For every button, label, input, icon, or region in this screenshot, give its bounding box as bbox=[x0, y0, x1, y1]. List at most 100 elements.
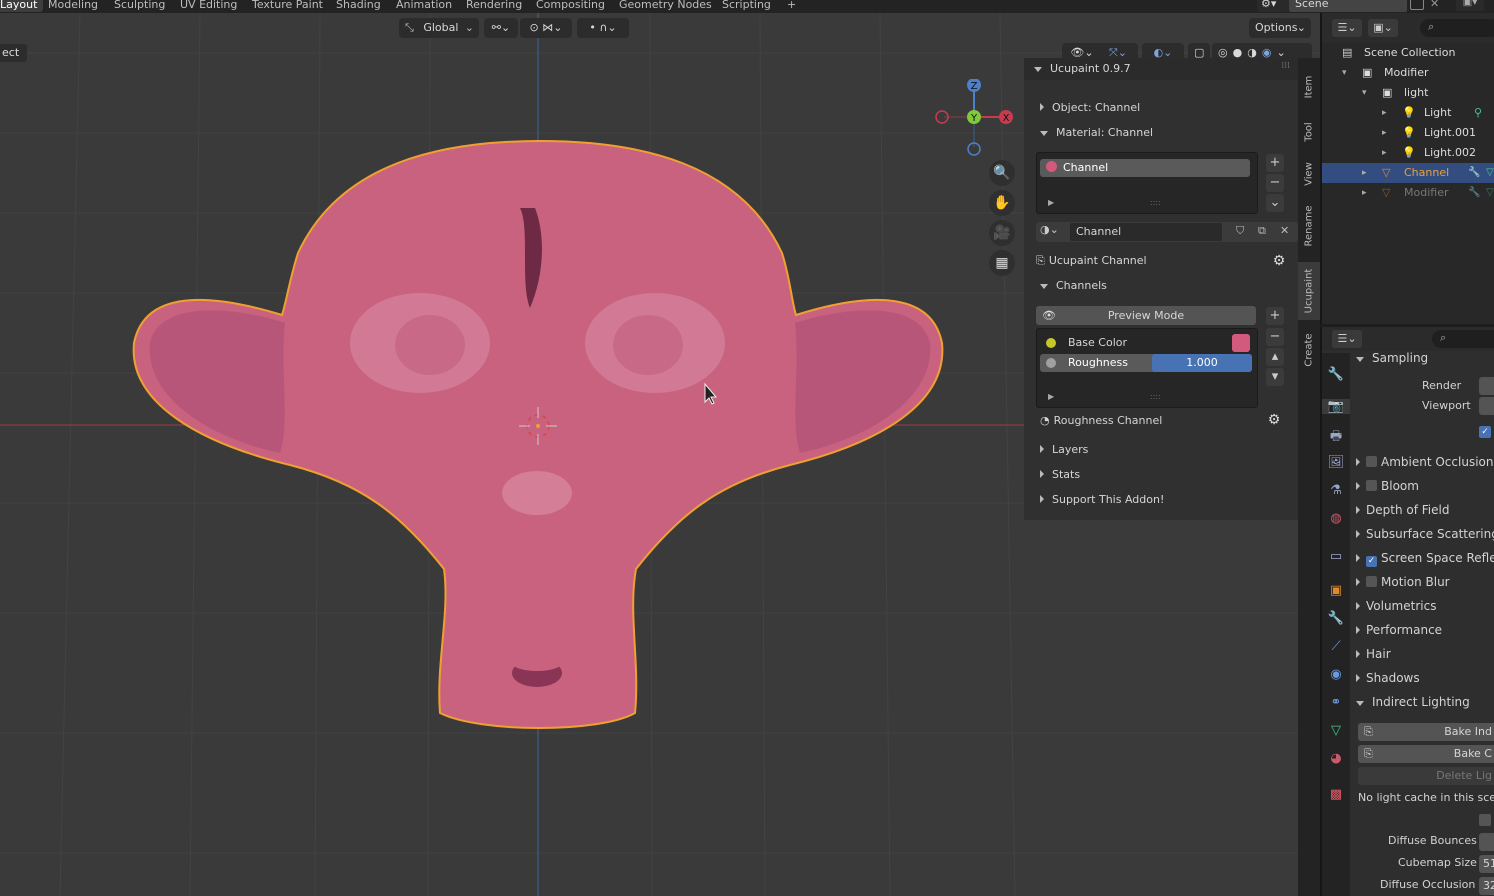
ortho-grid-icon[interactable]: ▦ bbox=[989, 250, 1015, 276]
render-panel-subsurface-scattering[interactable]: Subsurface Scattering bbox=[1356, 523, 1494, 545]
add-slot-button[interactable]: + bbox=[1266, 154, 1284, 172]
remove-slot-button[interactable]: − bbox=[1266, 174, 1284, 192]
camera-icon[interactable]: 🎥 bbox=[989, 220, 1015, 246]
tab-rendering[interactable]: Rendering bbox=[460, 0, 528, 12]
mesh-data-icon[interactable]: ▽ bbox=[1322, 723, 1350, 738]
render-panel-bloom[interactable]: Bloom bbox=[1356, 475, 1419, 497]
cubemap-size-field[interactable]: 51 bbox=[1479, 855, 1494, 873]
outliner-row[interactable]: ▸ ▽ Modifier 🔧 ▽ bbox=[1322, 183, 1494, 203]
mesh-data-icon[interactable]: ▽ bbox=[1486, 163, 1494, 183]
material-selector[interactable]: ◑⌄ Channel ⛉ ⧉ ✕ bbox=[1036, 222, 1298, 242]
options-dropdown[interactable]: Options ⌄ bbox=[1249, 18, 1311, 38]
tab-geometry-nodes[interactable]: Geometry Nodes bbox=[613, 0, 718, 12]
outliner-row[interactable]: ▸ 💡 Light.002 bbox=[1322, 143, 1494, 163]
world-icon[interactable]: ◍ bbox=[1322, 511, 1350, 526]
tab-ucupaint[interactable]: Ucupaint bbox=[1298, 262, 1320, 320]
zoom-icon[interactable]: 🔍 bbox=[989, 160, 1015, 186]
tab-view[interactable]: View bbox=[1298, 154, 1320, 194]
preview-mode-button[interactable]: 👁 Preview Mode bbox=[1036, 306, 1256, 325]
material-icon[interactable]: ◕ bbox=[1322, 751, 1350, 766]
output-icon[interactable]: 🖶 bbox=[1322, 427, 1350, 449]
viewport-samples-field[interactable] bbox=[1479, 397, 1494, 415]
diffuse-bounces-field[interactable] bbox=[1479, 833, 1494, 851]
tab-item[interactable]: Item bbox=[1298, 66, 1320, 108]
light-data-icon[interactable]: ⚲ bbox=[1474, 103, 1482, 123]
bake-cubemap-button[interactable]: ⎘ Bake C bbox=[1358, 745, 1494, 763]
material-browse-icon[interactable]: ◑⌄ bbox=[1040, 223, 1059, 236]
base-color-swatch[interactable] bbox=[1232, 334, 1250, 352]
select-tool-label[interactable]: ect bbox=[0, 44, 28, 62]
panel-enable-checkbox[interactable] bbox=[1366, 576, 1377, 587]
remove-channel-button[interactable]: − bbox=[1266, 328, 1284, 346]
snap-toggle[interactable]: ⊙ ⋈⌄ bbox=[520, 18, 572, 38]
channels-section[interactable]: Channels bbox=[1040, 276, 1107, 296]
render-panel-performance[interactable]: Performance bbox=[1356, 619, 1442, 641]
list-resize-handle[interactable]: :::: bbox=[1150, 198, 1161, 207]
drag-handle-icon[interactable]: ⁞⁞⁞ bbox=[1281, 61, 1290, 71]
bake-indirect-button[interactable]: ⎘ Bake Ind bbox=[1358, 723, 1494, 741]
channel-row-base-color[interactable]: Base Color bbox=[1040, 334, 1252, 352]
material-name-field[interactable]: Channel bbox=[1070, 223, 1222, 241]
collapse-arrow-icon[interactable]: ▾ bbox=[1362, 83, 1367, 103]
proportional-edit-toggle[interactable]: • ∩⌄ bbox=[577, 18, 629, 38]
scene-close-icon[interactable]: ✕ bbox=[1430, 0, 1439, 10]
modifier-wrench-icon[interactable]: 🔧 bbox=[1468, 163, 1480, 183]
expand-arrow-icon[interactable]: ▸ bbox=[1382, 103, 1387, 123]
render-panel-hair[interactable]: Hair bbox=[1356, 643, 1391, 665]
channel-row-roughness[interactable]: Roughness 1.000 bbox=[1040, 354, 1252, 372]
physics-icon[interactable]: ◉ bbox=[1322, 667, 1350, 682]
material-slot-item[interactable]: Channel bbox=[1040, 159, 1250, 177]
diffuse-occlusion-field[interactable]: 32 bbox=[1479, 877, 1494, 895]
tab-modeling[interactable]: Modeling bbox=[42, 0, 104, 12]
collapse-arrow-icon[interactable]: ▾ bbox=[1342, 63, 1347, 83]
support-section[interactable]: Support This Addon! bbox=[1040, 490, 1164, 510]
display-mode-icon[interactable]: ▣⌄ bbox=[1368, 19, 1398, 37]
object-icon[interactable]: ▣ bbox=[1322, 583, 1350, 598]
particles-icon[interactable]: ⟋ bbox=[1322, 639, 1350, 654]
expand-arrow-icon[interactable]: ▸ bbox=[1362, 183, 1367, 203]
render-panel-volumetrics[interactable]: Volumetrics bbox=[1356, 595, 1436, 617]
slot-menu-button[interactable]: ⌄ bbox=[1266, 194, 1284, 212]
sampling-panel[interactable]: Sampling bbox=[1356, 347, 1428, 369]
collection-icon[interactable]: ▭ bbox=[1322, 549, 1350, 564]
duplicate-icon[interactable]: ⧉ bbox=[1258, 224, 1266, 238]
move-up-button[interactable]: ▴ bbox=[1266, 348, 1284, 366]
texture-icon[interactable]: ▩ bbox=[1322, 787, 1350, 802]
outliner-row[interactable]: ▤ Scene Collection bbox=[1322, 43, 1494, 63]
navigation-gizmo[interactable]: Z X Y bbox=[930, 79, 1014, 161]
editor-type-icon[interactable]: ☰⌄ bbox=[1332, 19, 1362, 37]
tab-sculpting[interactable]: Sculpting bbox=[108, 0, 171, 12]
expand-arrow-icon[interactable]: ▸ bbox=[1362, 163, 1367, 183]
expand-arrow-icon[interactable]: ▸ bbox=[1382, 123, 1387, 143]
outliner-row[interactable]: ▸ 💡 Light ⚲ bbox=[1322, 103, 1494, 123]
outliner-row[interactable]: ▾ ▣ light bbox=[1322, 83, 1494, 103]
list-resize-handle[interactable]: :::: bbox=[1150, 392, 1161, 401]
roughness-value-field[interactable]: 1.000 bbox=[1152, 354, 1252, 372]
view-layer-icon[interactable]: ▣▾ bbox=[1456, 0, 1484, 11]
search-input[interactable]: ⌕ bbox=[1420, 19, 1494, 37]
constraints-icon[interactable]: ⚭ bbox=[1322, 695, 1350, 710]
stats-section[interactable]: Stats bbox=[1040, 465, 1080, 485]
ucupaint-channel-row[interactable]: ⎘ Ucupaint Channel bbox=[1036, 251, 1147, 271]
list-expand-icon[interactable]: ▶ bbox=[1048, 392, 1054, 401]
modifier-wrench-icon[interactable]: 🔧 bbox=[1468, 183, 1480, 203]
tab-uv-editing[interactable]: UV Editing bbox=[174, 0, 243, 12]
view-layer-icon[interactable]: 🖼 bbox=[1322, 455, 1350, 470]
tab-scripting[interactable]: Scripting bbox=[716, 0, 777, 12]
outliner-row[interactable]: ▸ 💡 Light.001 bbox=[1322, 123, 1494, 143]
render-panel-motion-blur[interactable]: Motion Blur bbox=[1356, 571, 1450, 593]
render-panel-depth-of-field[interactable]: Depth of Field bbox=[1356, 499, 1449, 521]
search-input[interactable]: ⌕ bbox=[1432, 330, 1494, 348]
panel-enable-checkbox[interactable] bbox=[1366, 456, 1377, 467]
render-icon[interactable]: 📷 bbox=[1322, 399, 1350, 414]
tool-icon[interactable]: 🔧 bbox=[1322, 367, 1350, 382]
material-section[interactable]: Material: Channel bbox=[1040, 123, 1153, 143]
tab-rename[interactable]: Rename bbox=[1298, 198, 1320, 254]
mesh-data-icon[interactable]: ▽ bbox=[1486, 183, 1494, 203]
settings-gear-icon[interactable]: ⚙ bbox=[1265, 412, 1283, 430]
tab-create[interactable]: Create bbox=[1298, 324, 1320, 376]
pivot-point-dropdown[interactable]: ⚯⌄ bbox=[484, 18, 518, 38]
scene-new-icon[interactable] bbox=[1410, 0, 1424, 10]
scene-icon[interactable]: ⚗ bbox=[1322, 483, 1350, 498]
render-samples-field[interactable] bbox=[1479, 377, 1494, 395]
